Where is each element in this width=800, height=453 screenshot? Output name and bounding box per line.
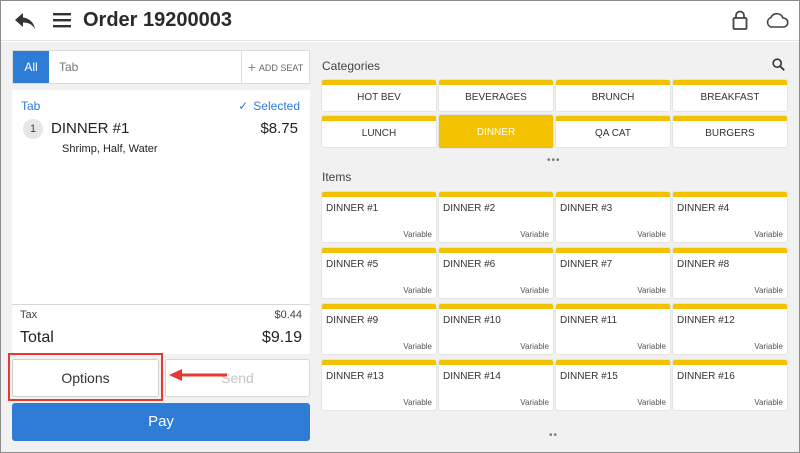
item-tile[interactable]: DINNER #14 Variable xyxy=(439,360,553,410)
item-tile[interactable]: DINNER #3 Variable xyxy=(556,192,670,242)
item-tile[interactable]: DINNER #13 Variable xyxy=(322,360,436,410)
item-tile[interactable]: DINNER #5 Variable xyxy=(322,248,436,298)
item-name: DINNER #2 xyxy=(443,203,496,214)
item-name: DINNER #14 xyxy=(443,371,501,382)
item-price: Variable xyxy=(520,230,549,239)
tax-value: $0.44 xyxy=(274,309,302,321)
items-heading: Items xyxy=(322,170,352,184)
category-qa-cat[interactable]: QA CAT xyxy=(556,116,670,147)
item-name: DINNER #15 xyxy=(560,371,618,382)
seat-all-button[interactable]: All xyxy=(13,51,49,83)
plus-icon: + xyxy=(247,59,256,75)
item-tile[interactable]: DINNER #9 Variable xyxy=(322,304,436,354)
item-tile[interactable]: DINNER #7 Variable xyxy=(556,248,670,298)
category-breakfast[interactable]: BREAKFAST xyxy=(673,80,787,111)
total-label: Total xyxy=(20,329,54,346)
options-button[interactable]: Options xyxy=(12,359,159,397)
checkmark-icon: ✓ xyxy=(238,99,249,113)
item-price: Variable xyxy=(754,342,783,351)
item-name: DINNER #6 xyxy=(443,259,496,270)
item-name: DINNER #5 xyxy=(326,259,379,270)
item-tile[interactable]: DINNER #16 Variable xyxy=(673,360,787,410)
order-item-price: $8.75 xyxy=(260,120,298,137)
item-price: Variable xyxy=(520,342,549,351)
category-dinner[interactable]: DINNER xyxy=(439,115,553,148)
item-tile[interactable]: DINNER #2 Variable xyxy=(439,192,553,242)
order-panel: All Tab + ADD SEAT Tab ✓ Selected 1 DINNER… xyxy=(1,42,316,452)
quantity-badge: 1 xyxy=(23,119,43,139)
item-name: DINNER #4 xyxy=(677,203,730,214)
item-tile[interactable]: DINNER #4 Variable xyxy=(673,192,787,242)
item-price: Variable xyxy=(637,230,666,239)
item-price: Variable xyxy=(637,342,666,351)
add-seat-button[interactable]: + ADD SEAT xyxy=(241,51,309,83)
category-beverages[interactable]: BEVERAGES xyxy=(439,80,553,111)
total-value: $9.19 xyxy=(261,329,302,346)
item-name: DINNER #13 xyxy=(326,371,384,382)
seat-tab-button[interactable]: Tab xyxy=(59,51,78,83)
item-name: DINNER #16 xyxy=(677,371,735,382)
item-price: Variable xyxy=(520,398,549,407)
order-title: Order 19200003 xyxy=(83,9,233,31)
selected-indicator[interactable]: ✓ Selected xyxy=(238,99,300,113)
item-price: Variable xyxy=(403,342,432,351)
item-tile[interactable]: DINNER #12 Variable xyxy=(673,304,787,354)
hamburger-menu-icon[interactable] xyxy=(53,12,71,28)
category-hot-bev[interactable]: HOT BEV xyxy=(322,80,436,111)
item-price: Variable xyxy=(520,286,549,295)
item-price: Variable xyxy=(754,286,783,295)
order-group-label: Tab xyxy=(21,99,41,113)
item-name: DINNER #9 xyxy=(326,315,379,326)
item-price: Variable xyxy=(403,398,432,407)
item-name: DINNER #12 xyxy=(677,315,735,326)
item-tile[interactable]: DINNER #11 Variable xyxy=(556,304,670,354)
menu-panel: Categories HOT BEV BEVERAGES BRUNCH BREA… xyxy=(316,42,799,452)
item-name: DINNER #3 xyxy=(560,203,613,214)
item-price: Variable xyxy=(403,286,432,295)
selected-label: Selected xyxy=(253,99,300,113)
search-icon[interactable] xyxy=(772,58,785,71)
order-item-modifiers: Shrimp, Half, Water xyxy=(62,143,158,155)
category-lunch[interactable]: LUNCH xyxy=(322,116,436,147)
item-pager-dots[interactable]: •• xyxy=(549,430,558,441)
category-pager-dots[interactable]: ••• xyxy=(547,155,561,166)
item-tile[interactable]: DINNER #10 Variable xyxy=(439,304,553,354)
item-name: DINNER #11 xyxy=(560,315,618,326)
lock-icon[interactable] xyxy=(732,10,748,30)
item-price: Variable xyxy=(637,286,666,295)
totals-section: Tax $0.44 Total $9.19 xyxy=(12,304,310,354)
item-tile[interactable]: DINNER #8 Variable xyxy=(673,248,787,298)
seat-selector: All Tab + ADD SEAT xyxy=(12,50,310,84)
pay-button[interactable]: Pay xyxy=(12,403,310,441)
item-name: DINNER #7 xyxy=(560,259,613,270)
item-price: Variable xyxy=(754,230,783,239)
send-button[interactable]: Send xyxy=(165,359,310,397)
add-seat-label: ADD SEAT xyxy=(258,63,304,73)
item-tile[interactable]: DINNER #15 Variable xyxy=(556,360,670,410)
tax-label: Tax xyxy=(20,309,38,321)
categories-heading: Categories xyxy=(322,59,381,73)
order-items-list: Tab ✓ Selected 1 DINNER #1 $8.75 Shrimp, … xyxy=(12,90,310,334)
category-brunch[interactable]: BRUNCH xyxy=(556,80,670,111)
item-price: Variable xyxy=(403,230,432,239)
item-price: Variable xyxy=(754,398,783,407)
item-name: DINNER #10 xyxy=(443,315,501,326)
order-item-name: DINNER #1 xyxy=(51,120,130,137)
category-burgers[interactable]: BURGERS xyxy=(673,116,787,147)
item-tile[interactable]: DINNER #1 Variable xyxy=(322,192,436,242)
app-header: Order 19200003 xyxy=(1,1,799,41)
back-arrow-icon[interactable] xyxy=(13,10,37,32)
item-tile[interactable]: DINNER #6 Variable xyxy=(439,248,553,298)
cloud-icon[interactable] xyxy=(765,12,789,28)
item-name: DINNER #1 xyxy=(326,203,379,214)
item-name: DINNER #8 xyxy=(677,259,730,270)
item-price: Variable xyxy=(637,398,666,407)
